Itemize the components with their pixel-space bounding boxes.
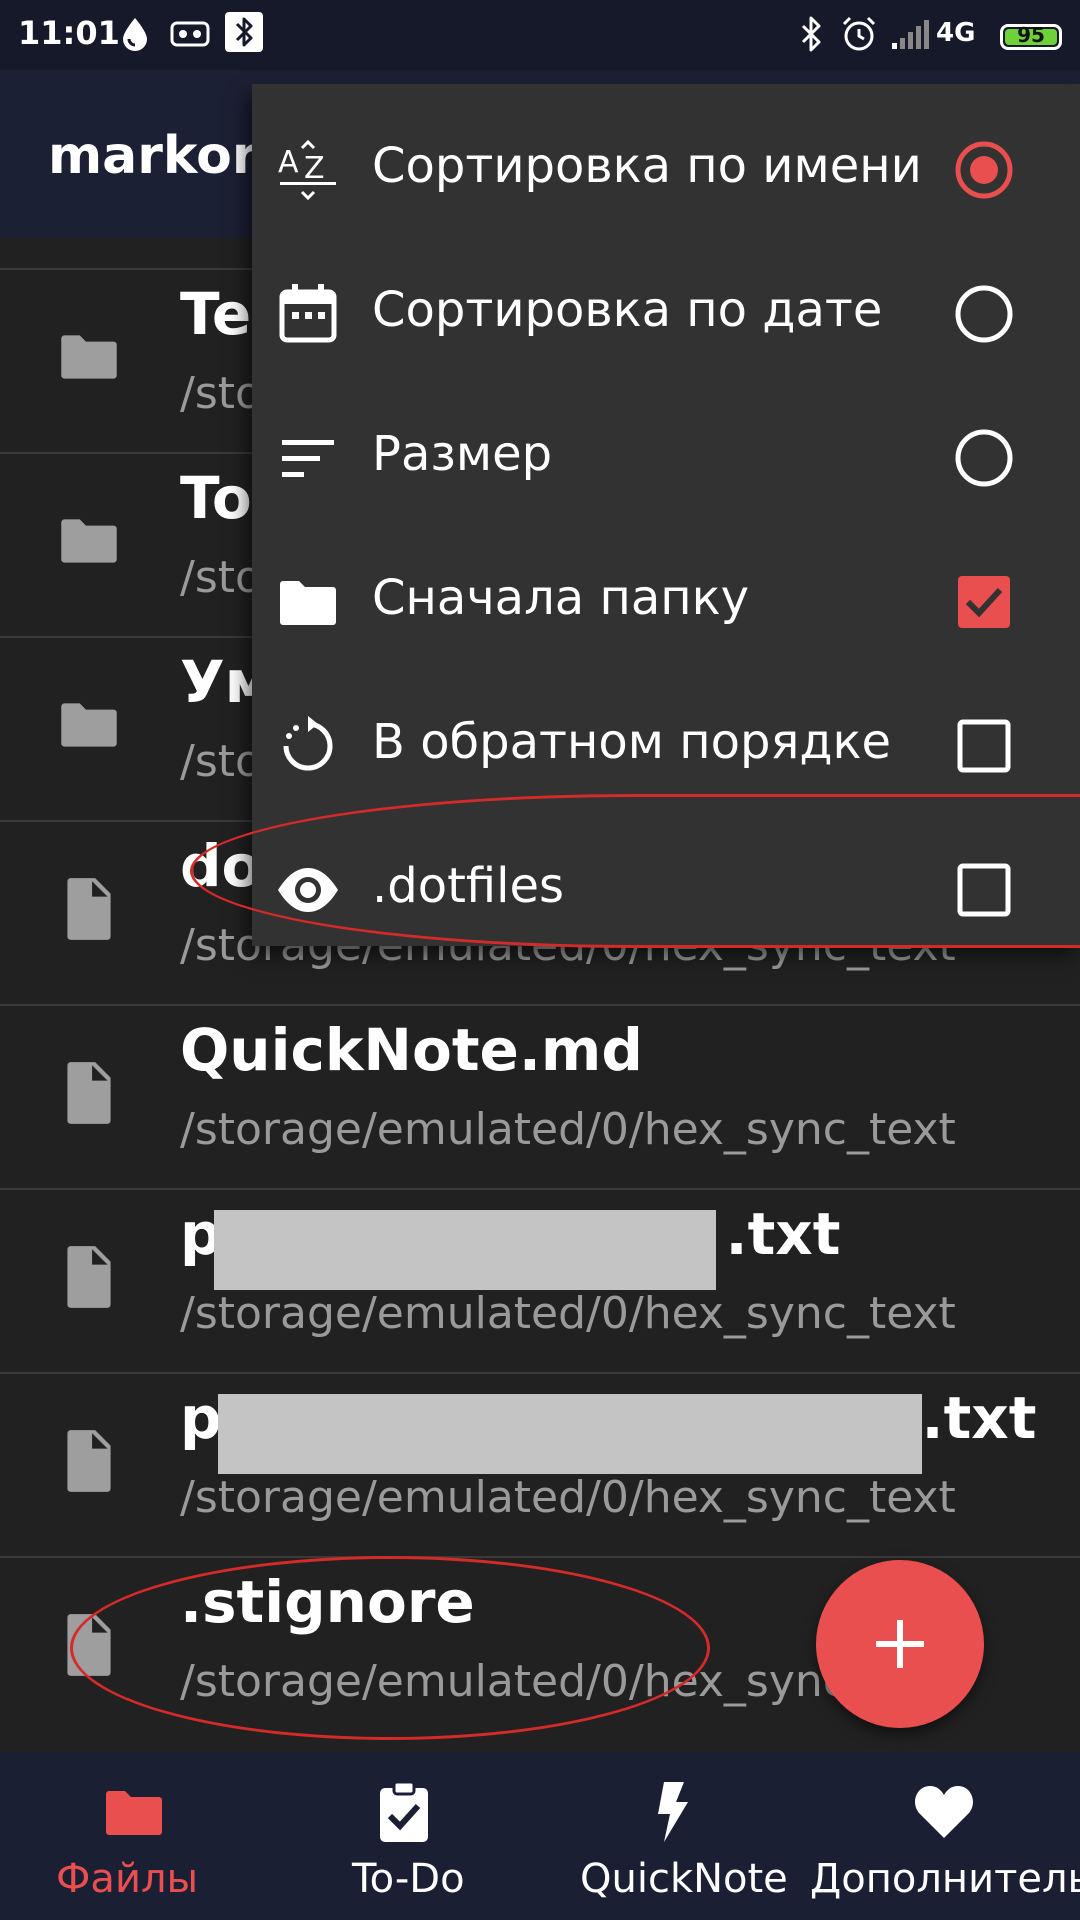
list-item[interactable]: QuickNote.md /storage/emulated/0/hex_syn…	[0, 1006, 1080, 1190]
redacted-text	[218, 1394, 922, 1474]
menu-item-sort-by-size[interactable]: Размер	[252, 386, 1080, 530]
nav-item-more[interactable]: Дополнитель	[810, 1752, 1080, 1920]
redacted-text	[214, 1210, 716, 1290]
annotation-ellipse	[190, 794, 1080, 948]
calendar-icon	[279, 284, 337, 343]
file-icon	[67, 1430, 111, 1492]
folder-icon	[61, 519, 117, 563]
bluetooth-box-icon	[224, 12, 264, 52]
menu-item-label: Сортировка по имени	[372, 138, 922, 194]
nav-label: Дополнитель	[810, 1856, 1080, 1902]
file-icon	[67, 1246, 111, 1308]
file-path: /storage/emulated/0/hex_sync_text	[180, 1104, 956, 1155]
sort-alpha-icon: A Z	[278, 139, 336, 201]
file-name-prefix: p	[180, 1384, 222, 1452]
battery-icon: 95	[1000, 23, 1062, 50]
signal-icon	[890, 14, 932, 54]
folder-icon	[280, 581, 336, 625]
annotation-ellipse	[70, 1556, 710, 1740]
nav-label: QuickNote	[580, 1856, 788, 1902]
alarm-icon	[840, 14, 878, 54]
file-name: To	[180, 464, 252, 532]
nav-item-todo[interactable]: To-Do	[270, 1752, 540, 1920]
svg-text:Z: Z	[304, 151, 325, 186]
menu-item-label: Сортировка по дате	[372, 282, 883, 338]
file-path: /storage/emulated/0/hex_sync_text	[180, 1288, 956, 1339]
lightning-icon	[658, 1782, 688, 1842]
file-path: /sto	[180, 736, 262, 787]
heart-icon	[915, 1786, 973, 1838]
folder-icon	[106, 1791, 162, 1835]
battery-level: 95	[1017, 23, 1045, 47]
file-path: /sto	[180, 368, 262, 419]
bluetooth-icon	[796, 14, 826, 54]
app-title: markor	[48, 126, 258, 186]
plus-icon	[876, 1620, 924, 1668]
radio-unselected[interactable]	[952, 282, 1016, 346]
menu-item-label: Сначала папку	[372, 570, 750, 626]
menu-item-label: В обратном порядке	[372, 714, 892, 770]
menu-item-folders-first[interactable]: Сначала папку	[252, 530, 1080, 674]
add-file-button[interactable]	[816, 1560, 984, 1728]
file-name: Te	[180, 280, 252, 348]
nav-label: Файлы	[56, 1856, 199, 1902]
file-name: QuickNote.md	[180, 1016, 643, 1084]
menu-item-label: Размер	[372, 426, 553, 482]
clipboard-check-icon	[380, 1780, 428, 1842]
nav-item-quicknote[interactable]: QuickNote	[540, 1752, 810, 1920]
list-item[interactable]: p .txt /storage/emulated/0/hex_sync_text	[0, 1190, 1080, 1374]
file-name-suffix: .txt	[725, 1200, 841, 1268]
folder-icon	[61, 335, 117, 379]
file-path: /storage/emulated/0/hex_sync_text	[180, 1472, 956, 1523]
nav-label: To-Do	[352, 1856, 465, 1902]
file-icon	[67, 1062, 111, 1124]
file-icon	[67, 878, 111, 940]
nav-item-files[interactable]: Файлы	[0, 1752, 270, 1920]
bottom-nav: Файлы To-Do QuickNote Дополнитель	[0, 1752, 1080, 1920]
folder-icon	[61, 703, 117, 747]
menu-item-sort-by-date[interactable]: Сортировка по дате	[252, 242, 1080, 386]
menu-item-sort-by-name[interactable]: A Z Сортировка по имени	[252, 98, 1080, 242]
checkbox-unchecked[interactable]	[952, 714, 1016, 778]
radio-selected[interactable]	[952, 138, 1016, 202]
network-type: 4G	[936, 18, 976, 48]
status-time: 11:01	[18, 14, 120, 52]
file-name-suffix: .txt	[921, 1384, 1037, 1452]
sort-lines-icon	[282, 440, 334, 477]
rotate-icon	[283, 716, 333, 771]
list-item[interactable]: p .txt /storage/emulated/0/hex_sync_text	[0, 1374, 1080, 1558]
checkbox-checked[interactable]	[952, 570, 1016, 634]
status-bar: 11:01 4G 95	[0, 0, 1080, 70]
vr-icon	[170, 14, 210, 54]
drop-icon	[120, 14, 150, 54]
file-path: /sto	[180, 552, 262, 603]
radio-unselected[interactable]	[952, 426, 1016, 490]
svg-text:A: A	[278, 145, 299, 180]
